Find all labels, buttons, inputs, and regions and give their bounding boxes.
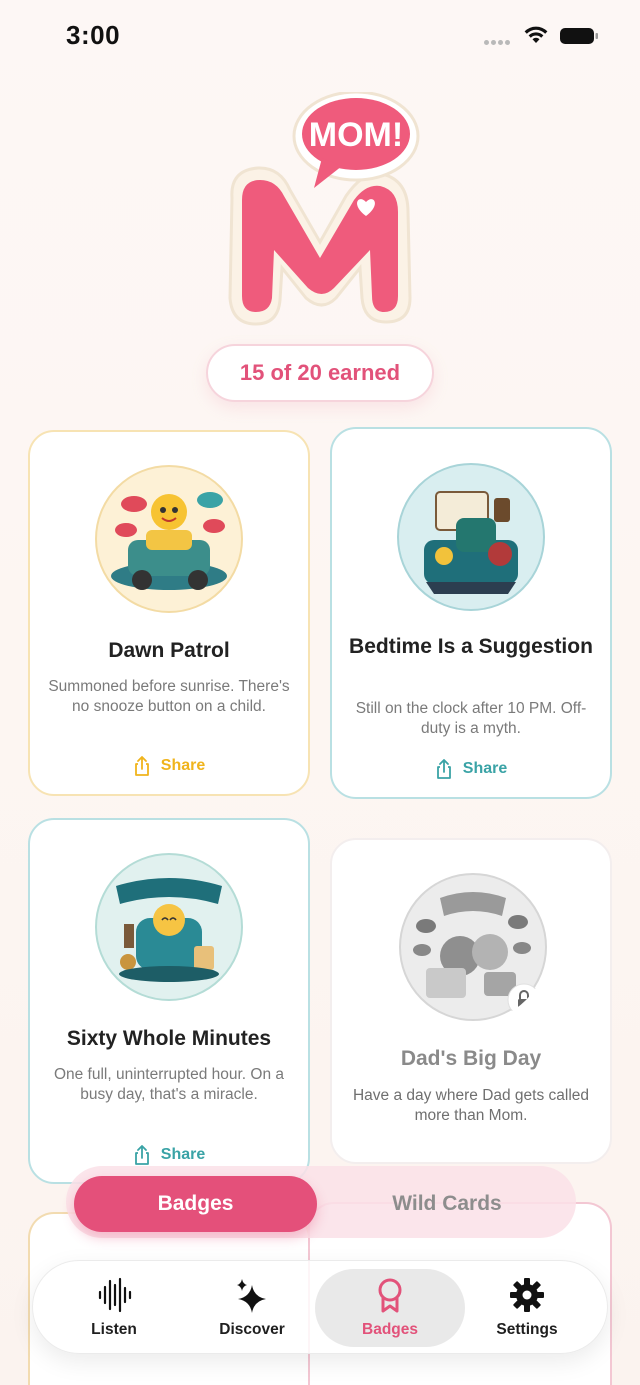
ribbon-badge-icon [378, 1278, 402, 1313]
segment-badges[interactable]: Badges [74, 1176, 317, 1232]
badge-card-dawn-patrol[interactable]: Dawn Patrol Summoned before sunrise. The… [28, 430, 310, 796]
signal-dots-icon [484, 40, 516, 46]
badge-title: Dad's Big Day [400, 1047, 542, 1070]
share-label: Share [462, 760, 508, 777]
tab-label: Listen [91, 1321, 137, 1338]
share-label: Share [160, 757, 206, 774]
dads-big-day-badge-image [399, 873, 547, 1021]
badges-wildcards-toggle: Badges Wild Cards [66, 1166, 576, 1238]
badge-title: Bedtime Is a Suggestion [349, 635, 593, 658]
segment-wild-cards[interactable]: Wild Cards [326, 1176, 568, 1232]
share-button[interactable]: Share [30, 1145, 308, 1165]
badge-title: Dawn Patrol [108, 639, 230, 662]
share-icon [436, 759, 451, 779]
share-icon [134, 1145, 149, 1165]
share-label: Share [160, 1146, 206, 1163]
tab-listen[interactable]: Listen [42, 1261, 186, 1355]
tab-discover[interactable]: Discover [180, 1261, 324, 1355]
badge-description: Still on the clock after 10 PM. Off-duty… [355, 700, 587, 737]
badge-card-dads-big-day-locked[interactable]: Dad's Big Day Have a day where Dad gets … [330, 838, 612, 1164]
tab-label: Discover [219, 1321, 285, 1338]
tab-settings[interactable]: Settings [455, 1261, 599, 1355]
share-button[interactable]: Share [30, 756, 308, 776]
share-icon [134, 756, 149, 776]
logo-text: MOM! [309, 116, 403, 154]
badge-card-sixty-minutes[interactable]: Sixty Whole Minutes One full, uninterrup… [28, 818, 310, 1184]
dawn-patrol-badge-image [95, 465, 243, 613]
earned-count-label: 15 of 20 earned [239, 360, 401, 385]
badge-card-bedtime[interactable]: Bedtime Is a Suggestion Still on the clo… [330, 427, 612, 799]
gear-icon [510, 1278, 544, 1312]
sparkles-icon [237, 1279, 266, 1313]
share-button[interactable]: Share [332, 759, 610, 779]
tab-bar: Listen Discover Badges Settings [32, 1260, 608, 1354]
status-bar: 3:00 [0, 0, 640, 74]
badge-title: Sixty Whole Minutes [66, 1027, 272, 1050]
tab-badges[interactable]: Badges [318, 1261, 462, 1355]
tab-label: Settings [496, 1321, 558, 1338]
battery-icon [560, 28, 598, 44]
mom-logo: MOM! [228, 92, 420, 326]
waveform-icon [98, 1277, 132, 1313]
badge-description: One full, uninterrupted hour. On a busy … [53, 1066, 285, 1103]
badge-description: Have a day where Dad gets called more th… [352, 1087, 590, 1124]
badge-description: Summoned before sunrise. There's no snoo… [48, 678, 290, 715]
tab-label: Badges [362, 1321, 418, 1338]
wifi-icon [524, 26, 548, 43]
sixty-minutes-badge-image [95, 853, 243, 1001]
earned-count-pill: 15 of 20 earned [206, 344, 434, 402]
status-time: 3:00 [66, 20, 121, 50]
bedtime-badge-image [397, 463, 545, 611]
